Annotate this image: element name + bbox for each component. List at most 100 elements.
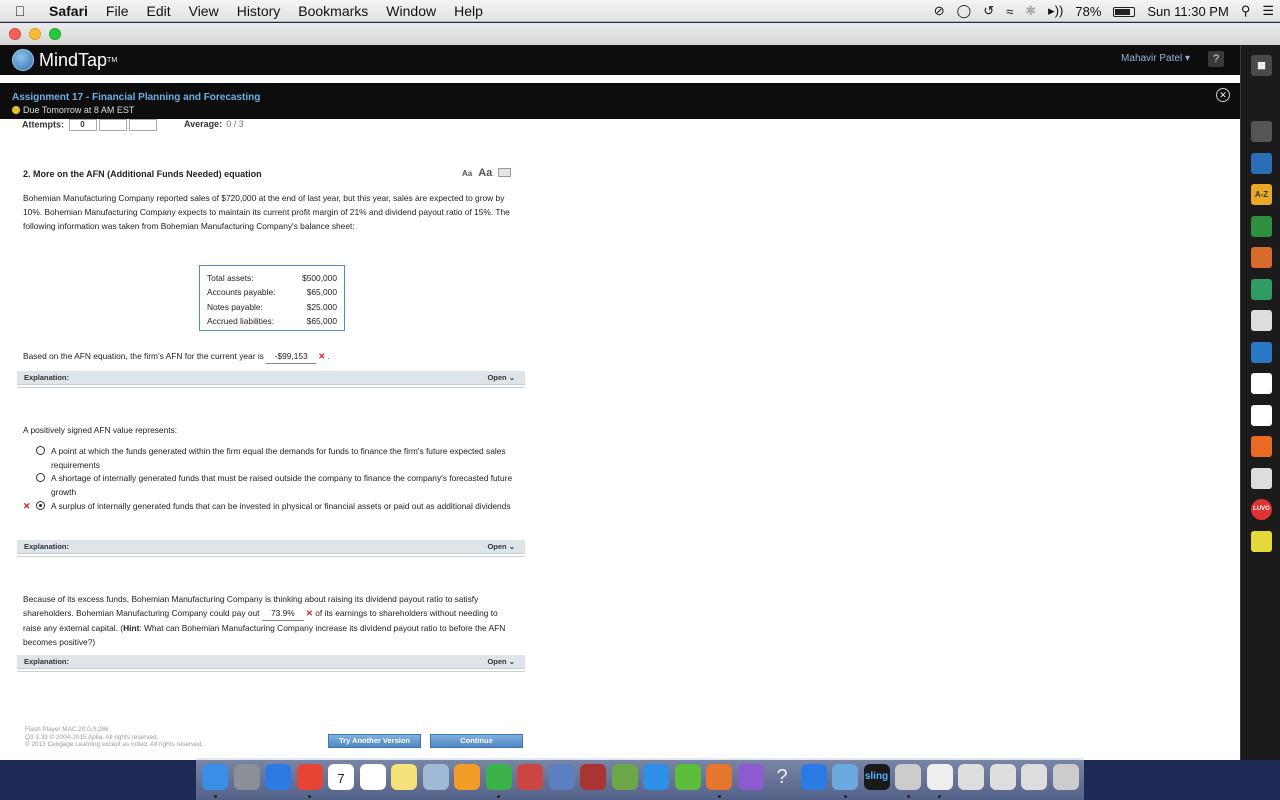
afn-answer-field[interactable]: -$99,153	[266, 349, 317, 364]
dock-trash-icon[interactable]	[1052, 764, 1079, 790]
dock-preview-2-icon[interactable]	[926, 764, 953, 790]
menu-edit[interactable]: Edit	[137, 3, 179, 19]
explanation-toggle[interactable]: Explanation: Open ⌄	[17, 655, 525, 669]
progress-icon[interactable]	[1251, 215, 1272, 237]
dock-safari-icon[interactable]	[800, 764, 827, 790]
volume-icon[interactable]: ▸))	[1042, 3, 1069, 19]
radio-button[interactable]	[36, 446, 45, 455]
footer-line: Flash Player MAC 20,0,0,286	[25, 726, 109, 733]
dock-preview-icon[interactable]	[422, 764, 449, 790]
explanation-toggle[interactable]: Explanation: Open ⌄	[17, 540, 525, 554]
dock-onenote-icon[interactable]	[737, 764, 764, 790]
dock-no-entry-icon[interactable]	[517, 764, 543, 790]
upload-icon[interactable]	[1251, 341, 1272, 363]
chevron-down-icon: ▾	[1184, 53, 1190, 64]
menubar-clock[interactable]: Sun 11:30 PM	[1141, 4, 1234, 19]
dock-window-3-icon[interactable]	[1021, 764, 1047, 790]
dock-facetime-icon[interactable]	[485, 764, 512, 790]
battery-icon[interactable]	[1107, 4, 1141, 19]
dock-calendar-icon[interactable]: 7	[328, 764, 354, 790]
dock-finder-icon[interactable]	[202, 764, 228, 790]
print-icon[interactable]	[498, 168, 512, 177]
dock-app-store-icon[interactable]	[265, 764, 291, 790]
dock-help-icon[interactable]: ?	[769, 764, 795, 790]
close-window-button[interactable]	[9, 28, 21, 40]
shield-status-icon[interactable]: ◯	[951, 3, 978, 19]
spotlight-icon[interactable]: ⚲	[1235, 3, 1257, 19]
notification-center-icon[interactable]: ☰	[1256, 3, 1280, 19]
font-larger-button[interactable]: Aa	[478, 167, 492, 179]
time-machine-icon[interactable]: ↺	[977, 3, 1000, 19]
edit-icon[interactable]	[1251, 467, 1272, 489]
mc-prompt: A positively signed AFN value represents…	[23, 425, 178, 435]
menu-safari[interactable]: Safari	[40, 3, 97, 19]
sidebar-luvo-icon[interactable]: LUVO	[1251, 499, 1272, 520]
continue-button[interactable]: Continue	[430, 734, 523, 748]
balance-sheet-table: Total assets: $500,000 Accounts payable: $…	[199, 265, 345, 331]
notes-icon[interactable]	[1251, 310, 1272, 331]
cengage-icon[interactable]	[1251, 404, 1272, 426]
dock-photo-booth-icon[interactable]	[580, 764, 606, 790]
fullscreen-window-button[interactable]	[49, 28, 61, 40]
minimize-window-button[interactable]	[29, 28, 41, 40]
dock-powerpoint-icon[interactable]	[706, 764, 732, 790]
apple-menu-icon[interactable]: 	[0, 3, 40, 19]
bluetooth-icon[interactable]: ✱	[1019, 3, 1042, 19]
menu-help[interactable]: Help	[445, 3, 492, 19]
menu-bookmarks[interactable]: Bookmarks	[289, 3, 377, 19]
incorrect-x-icon: ✕	[305, 608, 313, 618]
close-assignment-icon[interactable]: ✕	[1216, 88, 1230, 102]
open-label: Open ⌄	[487, 542, 515, 551]
incorrect-x-icon: ✕	[23, 501, 31, 511]
radio-button-selected[interactable]	[36, 501, 45, 510]
apps-grid-icon[interactable]: ▦	[1251, 55, 1272, 76]
mc-option-3[interactable]: ✕ A surplus of internally generated fund…	[23, 499, 516, 513]
try-another-version-button[interactable]: Try Another Version	[328, 734, 421, 748]
dock-running-indicator	[843, 795, 847, 798]
dock-photos-icon[interactable]	[548, 764, 575, 790]
dock-window-2-icon[interactable]	[989, 764, 1016, 790]
dock-launchpad-icon[interactable]	[233, 764, 260, 790]
average-value: 0 / 3	[226, 119, 244, 129]
user-menu[interactable]: Mahavir Patel ▾	[1121, 53, 1190, 64]
dock-scanner-icon[interactable]	[895, 764, 921, 790]
payout-answer-field[interactable]: 73.9%	[261, 606, 304, 621]
magnifier-icon[interactable]	[1251, 121, 1272, 142]
feed-icon[interactable]	[1251, 436, 1272, 457]
dock-window-1-icon[interactable]	[958, 764, 984, 790]
menu-window[interactable]: Window	[377, 3, 445, 19]
dock-messages-icon[interactable]	[643, 764, 669, 790]
help-button[interactable]: ?	[1208, 51, 1224, 67]
menu-history[interactable]: History	[228, 3, 290, 19]
explanation-toggle[interactable]: Explanation: Open ⌄	[17, 371, 525, 385]
mindtap-logo-text: MindTap	[39, 49, 108, 70]
merriam-webster-icon[interactable]	[1251, 373, 1272, 394]
menu-view[interactable]: View	[180, 3, 228, 19]
mc-option-2[interactable]: A shortage of internally generated funds…	[36, 471, 516, 499]
mc-option-1[interactable]: A point at which the funds generated wit…	[36, 444, 516, 472]
dock-reminders-icon[interactable]	[359, 764, 386, 790]
dock-spreadsheet-icon[interactable]	[611, 764, 638, 790]
dock-sling-icon[interactable]: sling	[863, 764, 890, 790]
wifi-icon[interactable]: ≈	[1000, 4, 1019, 19]
dock-flux-icon[interactable]	[832, 764, 858, 790]
battery-percent[interactable]: 78%	[1069, 4, 1107, 19]
footer-line: © 2013 Cengage Learning except as noted.…	[25, 741, 204, 748]
sidebar-a-z-icon[interactable]: A-Z	[1251, 184, 1272, 205]
drive-icon[interactable]	[1251, 278, 1272, 300]
dock-leaf-app-icon[interactable]	[674, 764, 701, 790]
dock-chrome-icon[interactable]	[296, 764, 323, 790]
rss-icon[interactable]	[1251, 247, 1272, 268]
sticky-icon[interactable]	[1251, 530, 1272, 552]
due-text: Due Tomorrow at 8 AM EST	[23, 105, 135, 115]
dock-notes-icon[interactable]	[391, 764, 417, 790]
font-smaller-button[interactable]: Aa	[462, 169, 472, 178]
book-icon[interactable]	[1251, 152, 1272, 174]
no-entry-status-icon[interactable]: ⊘	[928, 3, 951, 19]
radio-button[interactable]	[36, 473, 45, 482]
attempts-counter: Attempts: 0	[22, 119, 157, 131]
assignment-title[interactable]: Assignment 17 - Financial Planning and F…	[12, 92, 1240, 103]
dock-ibooks-icon[interactable]	[454, 764, 480, 790]
mindtap-logo[interactable]: MindTap TM	[12, 49, 117, 71]
menu-file[interactable]: File	[97, 3, 138, 19]
